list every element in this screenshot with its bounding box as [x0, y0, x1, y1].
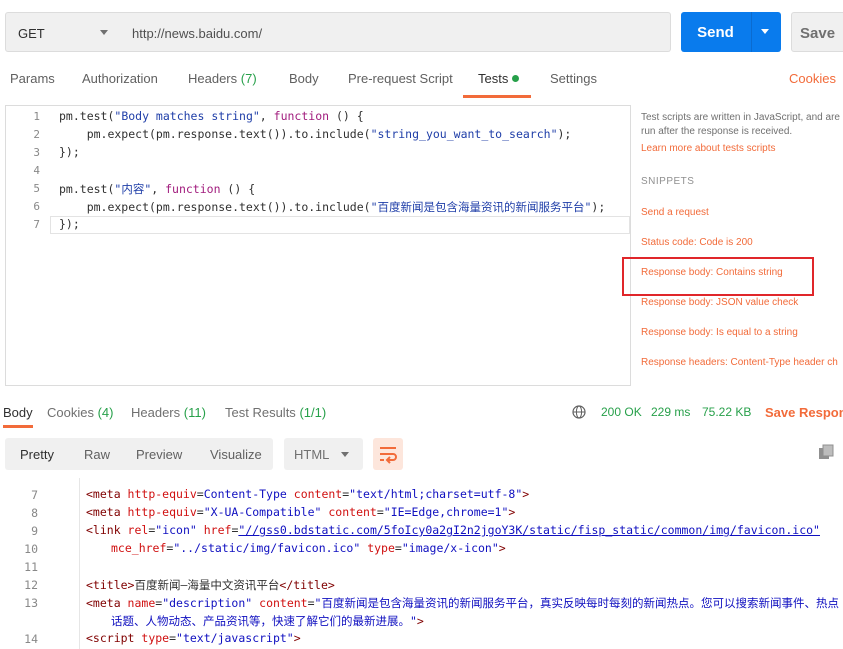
- tab-authorization[interactable]: Authorization: [82, 71, 158, 86]
- snippet-send-request[interactable]: Send a request: [641, 207, 709, 218]
- wrap-lines-icon: [380, 447, 397, 464]
- wrap-lines-button[interactable]: [373, 438, 403, 470]
- snippet-status-code[interactable]: Status code: Code is 200: [641, 237, 753, 248]
- status-code[interactable]: 200 OK: [601, 405, 642, 419]
- tests-active-dot: [512, 75, 520, 82]
- line-number: 7: [33, 218, 40, 231]
- line-number: 12: [24, 578, 38, 592]
- globe-icon[interactable]: [572, 405, 586, 419]
- code-line: pm.expect(pm.response.text()).to.include…: [59, 200, 606, 214]
- response-code-line: <meta http-equiv=Content-Type content="t…: [86, 487, 530, 501]
- code-line: pm.test("Body matches string", function …: [59, 109, 364, 123]
- code-line: pm.expect(pm.response.text()).to.include…: [59, 127, 572, 141]
- line-number: 2: [33, 128, 40, 141]
- code-line: });: [59, 217, 80, 231]
- response-code-line: mce_href="../static/img/favicon.ico" typ…: [111, 541, 506, 555]
- tab-settings[interactable]: Settings: [550, 71, 597, 86]
- line-number: 10: [24, 542, 38, 556]
- chevron-down-icon: [341, 452, 349, 457]
- url-input[interactable]: http://news.baidu.com/: [120, 12, 671, 52]
- annotation-highlight-box: [622, 257, 814, 296]
- send-button[interactable]: Send: [681, 12, 781, 52]
- response-active-tab-indicator: [3, 425, 33, 428]
- tests-info-text: run after the response is received.: [641, 126, 793, 137]
- response-size[interactable]: 75.22 KB: [702, 405, 751, 419]
- format-tab-group: Pretty Raw Preview Visualize: [5, 438, 273, 470]
- code-line: pm.test("内容", function () {: [59, 182, 256, 196]
- tab-params[interactable]: Params: [10, 71, 55, 86]
- response-code-line: <meta name="description" content="百度新闻是包…: [86, 596, 839, 610]
- format-visualize[interactable]: Visualize: [210, 447, 262, 462]
- response-tab-headers[interactable]: Headers (11): [131, 405, 206, 420]
- line-number: 5: [33, 182, 40, 195]
- line-number: 1: [33, 110, 40, 123]
- send-divider: [751, 12, 752, 52]
- line-number: 6: [33, 200, 40, 213]
- line-number: 13: [24, 596, 38, 610]
- snippet-content-type-header[interactable]: Response headers: Content-Type header ch: [641, 357, 838, 368]
- tests-info-text: Test scripts are written in JavaScript, …: [641, 112, 840, 123]
- line-number: 8: [31, 506, 38, 520]
- tab-pre-request-script[interactable]: Pre-request Script: [348, 71, 453, 86]
- format-pretty[interactable]: Pretty: [20, 447, 54, 462]
- save-button[interactable]: Save: [791, 12, 843, 52]
- code-line: });: [59, 145, 80, 159]
- line-number: 4: [33, 164, 40, 177]
- line-number: 3: [33, 146, 40, 159]
- method-select[interactable]: GET: [5, 12, 121, 52]
- response-code-line: <script type="text/javascript">: [86, 631, 301, 645]
- snippets-heading: SNIPPETS: [641, 176, 695, 187]
- line-number: 11: [24, 560, 38, 574]
- response-tab-test-results[interactable]: Test Results (1/1): [225, 405, 326, 420]
- indent-guide: [79, 478, 80, 649]
- response-code-line: 话题、人物动态、产品资讯等，快速了解它们的最新进展。">: [111, 614, 424, 628]
- line-number: 14: [24, 632, 38, 646]
- language-select[interactable]: HTML: [284, 438, 363, 470]
- cookies-link[interactable]: Cookies: [789, 71, 836, 86]
- learn-more-link[interactable]: Learn more about tests scripts: [641, 143, 776, 154]
- response-body-viewer[interactable]: 7 8 9 10 11 12 13 14 <meta http-equiv=Co…: [0, 478, 843, 649]
- save-response-button[interactable]: Save Respons: [765, 405, 843, 420]
- chevron-down-icon: [100, 30, 108, 35]
- active-tab-indicator: [463, 95, 531, 98]
- send-options-chevron-icon[interactable]: [761, 29, 769, 34]
- snippet-json-value-check[interactable]: Response body: JSON value check: [641, 297, 798, 308]
- format-raw[interactable]: Raw: [84, 447, 110, 462]
- response-code-line: <title>百度新闻—海量中文资讯平台</title>: [86, 578, 335, 592]
- response-code-line: <link rel="icon" href="//gss0.bdstatic.c…: [86, 523, 820, 537]
- tab-headers[interactable]: Headers (7): [188, 71, 257, 86]
- line-number: 9: [31, 524, 38, 538]
- response-tab-cookies[interactable]: Cookies (4): [47, 405, 113, 420]
- tests-code-editor[interactable]: 1 2 3 4 5 6 7 pm.test("Body matches stri…: [5, 105, 631, 386]
- copy-icon[interactable]: [818, 444, 834, 460]
- tab-tests[interactable]: Tests: [478, 71, 520, 86]
- format-preview[interactable]: Preview: [136, 447, 182, 462]
- snippet-equal-string[interactable]: Response body: Is equal to a string: [641, 327, 798, 338]
- line-number: 7: [31, 488, 38, 502]
- method-label: GET: [18, 26, 45, 41]
- response-tab-body[interactable]: Body: [3, 405, 33, 420]
- response-code-line: <meta http-equiv="X-UA-Compatible" conte…: [86, 505, 516, 519]
- response-time[interactable]: 229 ms: [651, 405, 690, 419]
- send-label: Send: [697, 24, 734, 41]
- headers-count: (7): [240, 71, 257, 86]
- current-line-highlight: [50, 216, 630, 234]
- tab-body[interactable]: Body: [289, 71, 319, 86]
